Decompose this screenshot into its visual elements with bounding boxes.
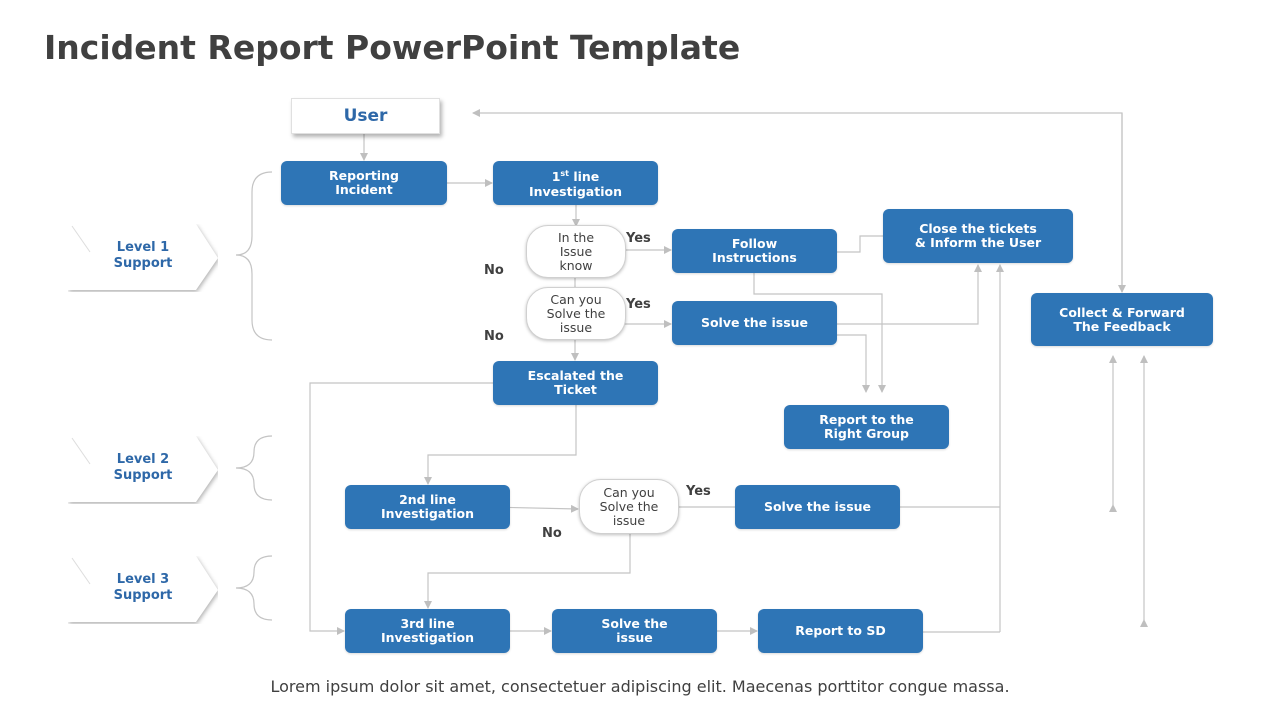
solve-issue-level3-node: Solve the issue (552, 609, 717, 653)
decision-can-solve-level2: Can you Solve the issue (579, 479, 679, 534)
no-label: No (484, 263, 504, 278)
level-1-support-tag: Level 1 Support (68, 224, 218, 292)
solve-issue-level2-node: Solve the issue (735, 485, 900, 529)
connector-decision2-no (424, 533, 631, 609)
second-line-investigation-node: 2nd line Investigation (345, 485, 510, 529)
close-tickets-node: Close the tickets & Inform the User (883, 209, 1073, 263)
collect-feedback-node: Collect & Forward The Feedback (1031, 293, 1213, 346)
report-to-sd-node: Report to SD (758, 609, 923, 653)
solve-issue-level1-node: Solve the issue (672, 301, 837, 345)
no-label: No (542, 526, 562, 541)
level-3-label: Level 3 Support (113, 572, 173, 603)
level-1-label: Level 1 Support (113, 240, 173, 271)
level-2-label: Level 2 Support (113, 452, 173, 483)
connector-escalated-to-second (424, 405, 577, 485)
yes-label: Yes (626, 297, 651, 312)
connector-follow-to-close (837, 235, 883, 253)
decision-can-solve-level1: Can you Solve the issue (526, 287, 626, 340)
connector-solve-to-report (837, 334, 870, 393)
first-line-title: 1st line (551, 169, 600, 185)
brace-level-3 (235, 555, 273, 621)
brace-level-2 (235, 435, 273, 501)
level-3-support-tag: Level 3 Support (68, 556, 218, 624)
first-line-investigation-node: 1st line Investigation (493, 161, 658, 205)
no-label: No (484, 329, 504, 344)
brace-level-1 (235, 171, 273, 341)
first-line-subtitle: Investigation (528, 183, 622, 199)
report-right-group-node: Report to the Right Group (784, 405, 949, 449)
yes-label: Yes (626, 231, 651, 246)
level-2-support-tag: Level 2 Support (68, 436, 218, 504)
follow-instructions-node: Follow Instructions (672, 229, 837, 273)
footer-caption: Lorem ipsum dolor sit amet, consectetuer… (270, 677, 1010, 696)
escalated-ticket-node: Escalated the Ticket (493, 361, 658, 405)
yes-label: Yes (686, 484, 711, 499)
reporting-incident-node: Reporting Incident (281, 161, 447, 205)
user-node: User (291, 98, 440, 134)
decision-issue-known: In the Issue know (526, 225, 626, 278)
third-line-investigation-node: 3rd line Investigation (345, 609, 510, 653)
